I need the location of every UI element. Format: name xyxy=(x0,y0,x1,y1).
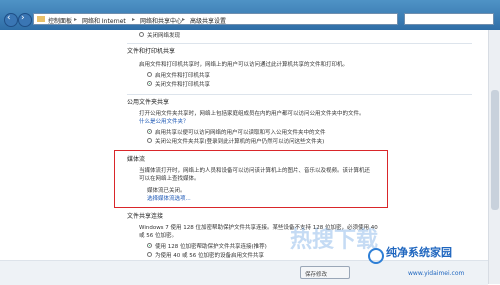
option-label: 启用文件和打印机共享 xyxy=(155,73,211,79)
back-button[interactable]: ‹ xyxy=(4,13,18,27)
vertical-scrollbar[interactable] xyxy=(488,30,500,284)
brand-logo-icon xyxy=(368,248,384,264)
option-label: 关闭公用文件夹共享(登录到此计算机的用户仍然可以访问这些文件夹) xyxy=(155,139,325,145)
divider xyxy=(127,94,472,95)
breadcrumb-advanced-sharing[interactable]: 高级共享设置 xyxy=(190,16,226,25)
option-label: 关闭网络发现 xyxy=(147,33,181,39)
radio-40-56bit[interactable] xyxy=(147,252,152,257)
watermark-url: www.yidaimei.com xyxy=(408,270,465,277)
radio-printer-off[interactable] xyxy=(147,81,152,86)
breadcrumb-network-internet[interactable]: 网络和 Internet xyxy=(82,16,126,25)
section-desc-media-2: 可以在网络上查找媒体。 xyxy=(139,176,200,182)
breadcrumb-separator: ▸ xyxy=(74,16,78,23)
breadcrumb-separator: ▸ xyxy=(182,16,186,23)
watermark-brand: 纯净系统家园 xyxy=(386,246,452,259)
radio-public-on[interactable] xyxy=(147,129,152,134)
section-desc-printer: 启用文件和打印机共享时，网络上的用户可以访问通过此计算机共享的文件和打印机。 xyxy=(139,62,349,68)
option-label: 为使用 40 或 56 位加密的设备启用文件共享 xyxy=(155,253,264,259)
save-button-label: 保存修改 xyxy=(305,272,328,278)
media-status: 媒体流已关闭。 xyxy=(147,188,186,194)
breadcrumb-control-panel[interactable]: 控制面板 xyxy=(48,16,72,25)
radio-128bit[interactable] xyxy=(147,243,152,248)
section-title-media: 媒体流 xyxy=(127,156,146,163)
section-desc-public: 打开公用文件夹共享时，网络上包括家庭组成员在内的用户都可以访问公用文件夹中的文件… xyxy=(139,111,365,117)
option-label: 启用共享以便可以访问网络的用户可以读取和写入公用文件夹中的文件 xyxy=(155,130,326,136)
section-title-public: 公用文件夹共享 xyxy=(127,99,170,106)
forward-icon: › xyxy=(21,13,25,23)
watermark-text: 热搜下载 xyxy=(290,228,379,253)
media-options-link[interactable]: 选择媒体流选项... xyxy=(147,194,191,202)
breadcrumb-sharing-center[interactable]: 网络和共享中心 xyxy=(140,16,182,25)
forward-button[interactable]: › xyxy=(18,13,32,27)
scroll-thumb[interactable] xyxy=(491,90,499,210)
folder-icon xyxy=(37,16,45,22)
breadcrumb-separator: ▸ xyxy=(132,16,136,23)
public-folder-link[interactable]: 什么是公用文件夹？ xyxy=(139,117,189,125)
radio-network-discovery-off[interactable] xyxy=(139,32,144,37)
back-icon: ‹ xyxy=(7,13,11,23)
section-desc-media: 当媒体流打开时，网络上的人员和设备可以访问该计算机上的图片、音乐以及视频。该计算… xyxy=(139,168,371,174)
option-label: 关闭文件和打印机共享 xyxy=(155,82,211,88)
section-title-connection: 文件共享连接 xyxy=(127,213,164,220)
radio-public-off[interactable] xyxy=(147,138,152,143)
search-input[interactable] xyxy=(404,13,494,25)
radio-printer-on[interactable] xyxy=(147,72,152,77)
option-label: 使用 128 位加密帮助保护文件共享连接(推荐) xyxy=(155,244,267,250)
section-desc-connection-2: 或 56 位加密。 xyxy=(139,233,177,239)
divider xyxy=(127,43,472,44)
section-title-printer: 文件和打印机共享 xyxy=(127,48,176,55)
save-button[interactable]: 保存修改 xyxy=(300,266,350,279)
address-bar[interactable]: 控制面板 ▸ 网络和 Internet ▸ 网络和共享中心 ▸ 高级共享设置 xyxy=(33,13,398,25)
